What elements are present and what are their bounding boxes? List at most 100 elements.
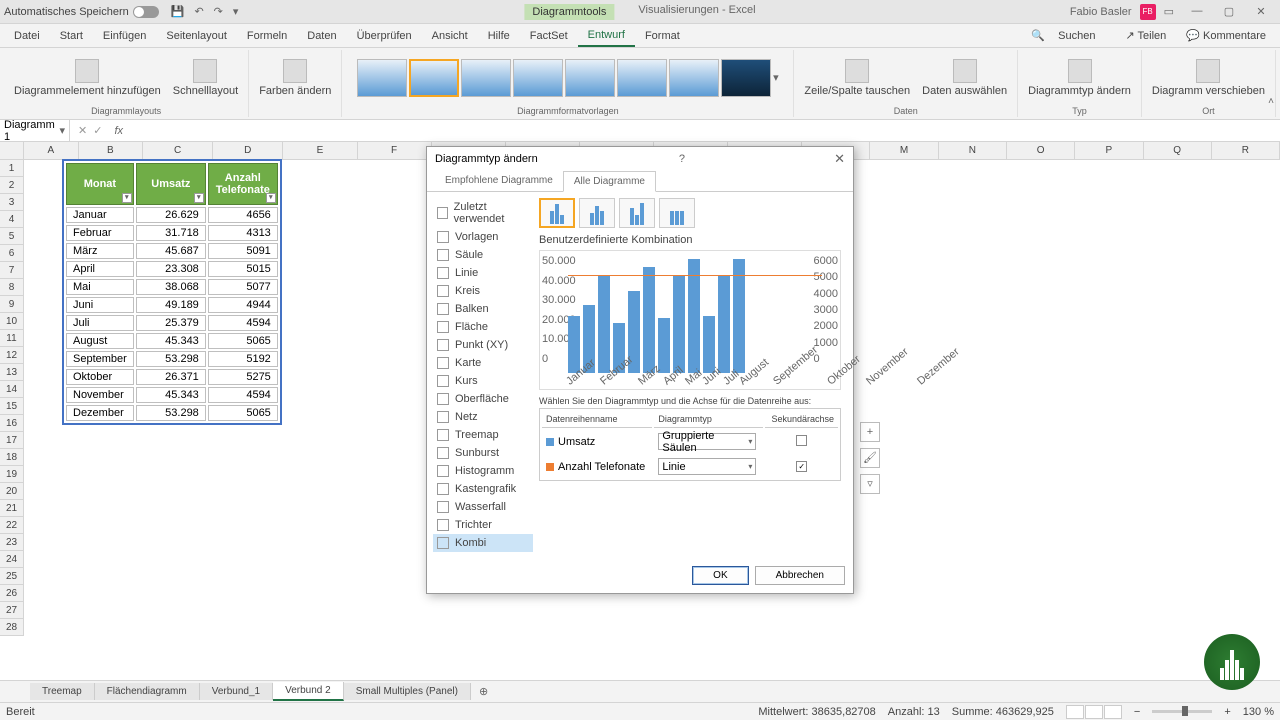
- table-row[interactable]: September53.2985192: [66, 351, 278, 367]
- add-chart-element-button[interactable]: Diagrammelement hinzufügen: [10, 57, 165, 99]
- category-netz[interactable]: Netz: [433, 408, 533, 426]
- redo-icon[interactable]: ↷: [214, 5, 223, 18]
- tab-all-charts[interactable]: Alle Diagramme: [563, 171, 656, 192]
- change-chart-type-button[interactable]: Diagrammtyp ändern: [1024, 57, 1135, 99]
- switch-row-col-button[interactable]: Zeile/Spalte tauschen: [800, 57, 914, 99]
- chart-style-4[interactable]: [513, 59, 563, 97]
- dialog-help-icon[interactable]: ?: [679, 153, 685, 165]
- category-kreis[interactable]: Kreis: [433, 282, 533, 300]
- gallery-more-icon[interactable]: ▾: [773, 71, 779, 84]
- menu-überprüfen[interactable]: Überprüfen: [347, 26, 422, 46]
- row-header-11[interactable]: 11: [0, 330, 24, 347]
- menu-start[interactable]: Start: [50, 26, 93, 46]
- menu-seitenlayout[interactable]: Seitenlayout: [156, 26, 237, 46]
- row-header-21[interactable]: 21: [0, 500, 24, 517]
- row-header-6[interactable]: 6: [0, 245, 24, 262]
- menu-hilfe[interactable]: Hilfe: [478, 26, 520, 46]
- chart-styles-icon[interactable]: 🖌: [860, 448, 880, 468]
- menu-comments[interactable]: 💬 Kommentare: [1176, 25, 1276, 46]
- menu-einfügen[interactable]: Einfügen: [93, 26, 156, 46]
- ok-button[interactable]: OK: [692, 566, 748, 585]
- category-zuletztverwendet[interactable]: Zuletzt verwendet: [433, 198, 533, 228]
- col-header-P[interactable]: P: [1075, 142, 1143, 160]
- row-header-20[interactable]: 20: [0, 483, 24, 500]
- row-header-19[interactable]: 19: [0, 466, 24, 483]
- row-header-27[interactable]: 27: [0, 602, 24, 619]
- row-header-22[interactable]: 22: [0, 517, 24, 534]
- minimize-icon[interactable]: —: [1182, 5, 1212, 18]
- save-icon[interactable]: 💾: [171, 5, 185, 18]
- chart-style-7[interactable]: [669, 59, 719, 97]
- series1-secondary-checkbox[interactable]: [796, 435, 807, 446]
- collapse-ribbon-icon[interactable]: ˄: [1268, 96, 1274, 107]
- row-header-5[interactable]: 5: [0, 228, 24, 245]
- zoom-slider[interactable]: [1152, 710, 1212, 713]
- chart-style-6[interactable]: [617, 59, 667, 97]
- row-header-4[interactable]: 4: [0, 211, 24, 228]
- menu-formeln[interactable]: Formeln: [237, 26, 297, 46]
- category-oberflche[interactable]: Oberfläche: [433, 390, 533, 408]
- menu-datei[interactable]: Datei: [4, 26, 50, 46]
- subtype-1[interactable]: [539, 198, 575, 228]
- filter-icon[interactable]: ▾: [122, 193, 132, 203]
- table-row[interactable]: Oktober26.3715275: [66, 369, 278, 385]
- row-header-24[interactable]: 24: [0, 551, 24, 568]
- chart-style-3[interactable]: [461, 59, 511, 97]
- category-balken[interactable]: Balken: [433, 300, 533, 318]
- category-flche[interactable]: Fläche: [433, 318, 533, 336]
- category-karte[interactable]: Karte: [433, 354, 533, 372]
- table-row[interactable]: Mai38.0685077: [66, 279, 278, 295]
- table-row[interactable]: Januar26.6294656: [66, 207, 278, 223]
- cancel-formula-icon[interactable]: ✕: [78, 124, 87, 137]
- sheet-tab-3[interactable]: Verbund 2: [273, 682, 344, 701]
- view-buttons[interactable]: [1066, 705, 1122, 719]
- change-colors-button[interactable]: Farben ändern: [255, 57, 335, 99]
- table-row[interactable]: April23.3085015: [66, 261, 278, 277]
- col-header-R[interactable]: R: [1212, 142, 1280, 160]
- row-header-13[interactable]: 13: [0, 364, 24, 381]
- table-row[interactable]: August45.3435065: [66, 333, 278, 349]
- chart-styles-gallery[interactable]: ▾: [357, 50, 779, 105]
- category-sunburst[interactable]: Sunburst: [433, 444, 533, 462]
- col-header-N[interactable]: N: [939, 142, 1007, 160]
- category-sule[interactable]: Säule: [433, 246, 533, 264]
- select-all-corner[interactable]: [0, 142, 24, 160]
- sheet-tab-0[interactable]: Treemap: [30, 683, 95, 700]
- subtype-2[interactable]: [579, 198, 615, 228]
- row-header-14[interactable]: 14: [0, 381, 24, 398]
- category-trichter[interactable]: Trichter: [433, 516, 533, 534]
- name-box[interactable]: Diagramm 1▾: [0, 120, 70, 141]
- row-header-16[interactable]: 16: [0, 415, 24, 432]
- sheet-tab-2[interactable]: Verbund_1: [200, 683, 273, 700]
- category-histogramm[interactable]: Histogramm: [433, 462, 533, 480]
- table-row[interactable]: Februar31.7184313: [66, 225, 278, 241]
- cancel-button[interactable]: Abbrechen: [755, 566, 845, 585]
- row-header-3[interactable]: 3: [0, 194, 24, 211]
- col-header-C[interactable]: C: [143, 142, 213, 160]
- row-header-7[interactable]: 7: [0, 262, 24, 279]
- close-icon[interactable]: ✕: [1246, 5, 1276, 18]
- menu-format[interactable]: Format: [635, 26, 690, 46]
- menu-share[interactable]: ↗ Teilen: [1115, 25, 1176, 46]
- dialog-close-icon[interactable]: ✕: [834, 151, 845, 167]
- row-header-25[interactable]: 25: [0, 568, 24, 585]
- qat-more-icon[interactable]: ▾: [233, 5, 239, 18]
- sheet-tab-1[interactable]: Flächendiagramm: [95, 683, 200, 700]
- table-row[interactable]: November45.3434594: [66, 387, 278, 403]
- filter-icon[interactable]: ▾: [194, 193, 204, 203]
- col-header-Q[interactable]: Q: [1144, 142, 1212, 160]
- select-data-button[interactable]: Daten auswählen: [918, 57, 1011, 99]
- user-name[interactable]: Fabio Basler: [1070, 6, 1132, 18]
- avatar[interactable]: FB: [1140, 4, 1156, 20]
- tab-recommended[interactable]: Empfohlene Diagramme: [435, 171, 563, 191]
- row-header-8[interactable]: 8: [0, 279, 24, 296]
- table-row[interactable]: Dezember53.2985065: [66, 405, 278, 421]
- chart-style-5[interactable]: [565, 59, 615, 97]
- menu-daten[interactable]: Daten: [297, 26, 346, 46]
- chart-elements-icon[interactable]: +: [860, 422, 880, 442]
- row-header-12[interactable]: 12: [0, 347, 24, 364]
- category-vorlagen[interactable]: Vorlagen: [433, 228, 533, 246]
- subtype-3[interactable]: [619, 198, 655, 228]
- sheet-tab-4[interactable]: Small Multiples (Panel): [344, 683, 471, 700]
- category-linie[interactable]: Linie: [433, 264, 533, 282]
